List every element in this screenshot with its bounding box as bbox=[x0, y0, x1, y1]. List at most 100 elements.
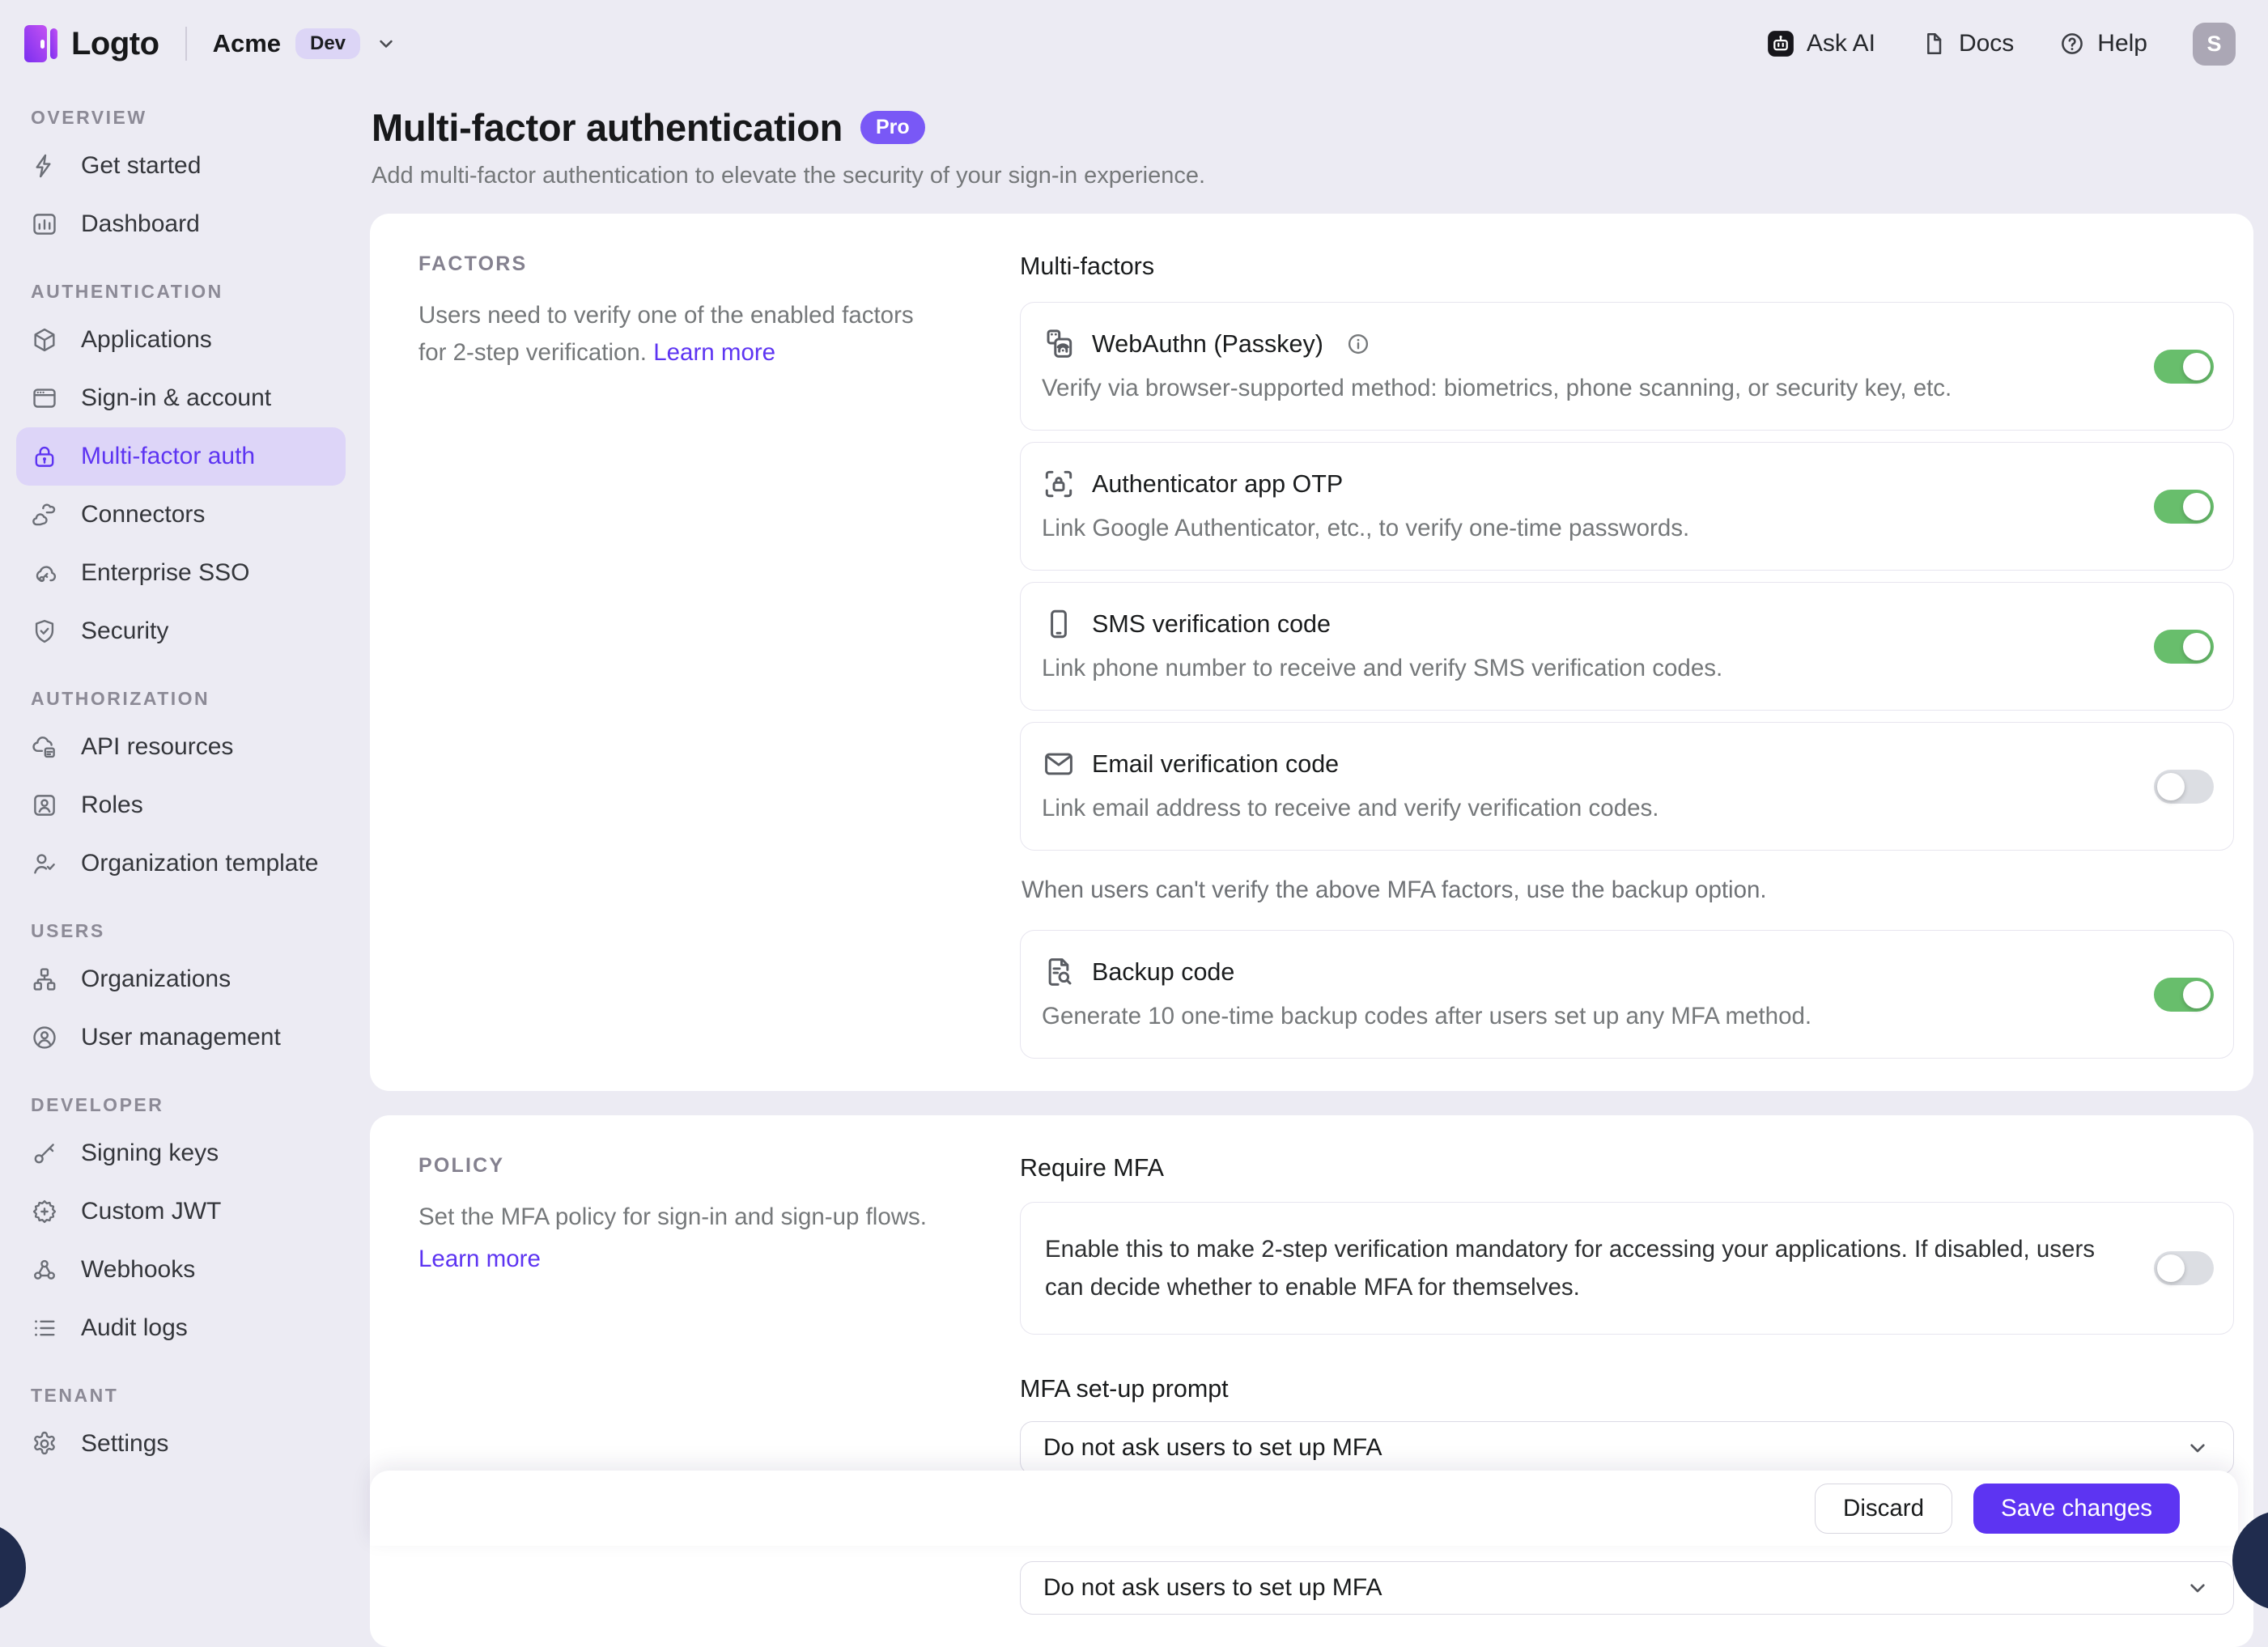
require-mfa-card: Enable this to make 2-step verification … bbox=[1020, 1202, 2234, 1335]
ask-ai-button[interactable]: Ask AI bbox=[1767, 30, 1875, 57]
discard-button[interactable]: Discard bbox=[1815, 1484, 1952, 1534]
sidebar-item-label: Get started bbox=[81, 152, 201, 180]
seal-plus-icon bbox=[31, 1198, 58, 1225]
sidebar-item-label: User management bbox=[81, 1024, 281, 1051]
person-check-icon bbox=[31, 850, 58, 877]
topbar-divider bbox=[185, 27, 187, 61]
toggle-sms-verification-code[interactable] bbox=[2154, 630, 2214, 664]
dashboard-icon bbox=[31, 210, 58, 238]
mfa-setup-prompt-select[interactable]: Do not ask users to set up MFA bbox=[1020, 1421, 2234, 1475]
policy-card: POLICY Set the MFA policy for sign-in an… bbox=[370, 1115, 2253, 1647]
info-icon[interactable] bbox=[1346, 332, 1370, 356]
factor-row-sms-verification-code: SMS verification code Link phone number t… bbox=[1020, 582, 2234, 711]
sidebar-item-enterprise-sso[interactable]: Enterprise SSO bbox=[16, 544, 346, 602]
multifactors-title: Multi-factors bbox=[1020, 253, 2234, 281]
sidebar-item-label: Audit logs bbox=[81, 1314, 188, 1342]
backup-row-holder: Backup codeGenerate 10 one-time backup c… bbox=[1020, 930, 2234, 1059]
factor-name: WebAuthn (Passkey) bbox=[1092, 330, 1323, 359]
factor-name: Email verification code bbox=[1092, 750, 1339, 779]
gear-icon bbox=[31, 1430, 58, 1458]
factor-row-webauthn-passkey: WebAuthn (Passkey) Verify via browser-sup… bbox=[1020, 302, 2234, 431]
mfa-org-prompt-select[interactable]: Do not ask users to set up MFA bbox=[1020, 1561, 2234, 1615]
factor-description: Link phone number to receive and verify … bbox=[1042, 655, 2128, 682]
sidebar-item-label: Applications bbox=[81, 326, 212, 354]
toggle-knob bbox=[2157, 773, 2185, 800]
sidebar-item-signing-keys[interactable]: Signing keys bbox=[16, 1124, 346, 1182]
save-changes-button[interactable]: Save changes bbox=[1973, 1484, 2180, 1534]
sidebar-item-roles[interactable]: Roles bbox=[16, 776, 346, 834]
tenant-switcher[interactable]: Acme Dev bbox=[213, 28, 397, 59]
sidebar-item-label: Webhooks bbox=[81, 1256, 195, 1284]
sidebar-section-header-authentication: AUTHENTICATION bbox=[31, 281, 346, 303]
sidebar-item-organizations[interactable]: Organizations bbox=[16, 950, 346, 1008]
require-mfa-toggle[interactable] bbox=[2154, 1251, 2214, 1285]
sidebar-item-connectors[interactable]: Connectors bbox=[16, 486, 346, 544]
factor-name: Authenticator app OTP bbox=[1092, 470, 1343, 499]
shield-check-icon bbox=[31, 618, 58, 645]
chevron-down-icon bbox=[2185, 1575, 2211, 1601]
factor-description: Verify via browser-supported method: bio… bbox=[1042, 375, 2128, 402]
sidebar-section-header-users: USERS bbox=[31, 920, 346, 942]
toggle-webauthn-passkey[interactable] bbox=[2154, 350, 2214, 384]
sidebar-item-label: Settings bbox=[81, 1430, 168, 1458]
policy-learn-more-link[interactable]: Learn more bbox=[418, 1241, 941, 1278]
help-button[interactable]: Help bbox=[2059, 30, 2147, 57]
policy-section-desc-text: Set the MFA policy for sign-in and sign-… bbox=[418, 1203, 927, 1230]
sidebar-item-audit-logs[interactable]: Audit logs bbox=[16, 1299, 346, 1357]
sidebar-item-organization-template[interactable]: Organization template bbox=[16, 834, 346, 893]
policy-section-desc: Set the MFA policy for sign-in and sign-… bbox=[418, 1199, 941, 1277]
factor-description: Link Google Authenticator, etc., to veri… bbox=[1042, 515, 2128, 542]
sidebar-item-sign-in-account[interactable]: Sign-in & account bbox=[16, 369, 346, 427]
factor-name: SMS verification code bbox=[1092, 610, 1331, 639]
sidebar-item-security[interactable]: Security bbox=[16, 602, 346, 660]
person-circle-icon bbox=[31, 1024, 58, 1051]
sidebar-item-multi-factor-auth[interactable]: Multi-factor auth bbox=[16, 427, 346, 486]
sidebar-item-custom-jwt[interactable]: Custom JWT bbox=[16, 1182, 346, 1241]
toggle-authenticator-app-otp[interactable] bbox=[2154, 490, 2214, 524]
otp-icon bbox=[1042, 467, 1076, 501]
factor-row-authenticator-app-otp: Authenticator app OTP Link Google Authent… bbox=[1020, 442, 2234, 571]
pro-badge: Pro bbox=[860, 111, 925, 144]
cloud-key-icon bbox=[31, 559, 58, 587]
require-mfa-label: Require MFA bbox=[1020, 1154, 2234, 1182]
factors-learn-more-link[interactable]: Learn more bbox=[653, 339, 775, 366]
toggle-backup-code[interactable] bbox=[2154, 978, 2214, 1012]
email-icon bbox=[1042, 747, 1076, 781]
list-icon bbox=[31, 1314, 58, 1342]
mfa-setup-prompt-label: MFA set-up prompt bbox=[1020, 1375, 2234, 1403]
sidebar-item-webhooks[interactable]: Webhooks bbox=[16, 1241, 346, 1299]
sidebar-item-applications[interactable]: Applications bbox=[16, 311, 346, 369]
sidebar-item-settings[interactable]: Settings bbox=[16, 1415, 346, 1473]
main-content: Multi-factor authentication Pro Add mult… bbox=[362, 87, 2268, 1546]
tenant-name: Acme bbox=[213, 29, 281, 58]
backup-note: When users can't verify the above MFA fa… bbox=[1021, 877, 2232, 904]
sidebar-item-get-started[interactable]: Get started bbox=[16, 137, 346, 195]
sidebar-item-dashboard[interactable]: Dashboard bbox=[16, 195, 346, 253]
sidebar-section-header-overview: OVERVIEW bbox=[31, 107, 346, 129]
mfa-org-prompt-value: Do not ask users to set up MFA bbox=[1043, 1574, 1382, 1602]
sidebar-item-label: Multi-factor auth bbox=[81, 443, 255, 470]
sidebar-item-label: Security bbox=[81, 618, 168, 645]
cube-icon bbox=[31, 326, 58, 354]
page-subtitle: Add multi-factor authentication to eleva… bbox=[372, 163, 2253, 189]
factor-list: WebAuthn (Passkey) Verify via browser-sup… bbox=[1020, 302, 2234, 851]
ask-ai-robot-icon bbox=[1767, 30, 1794, 57]
factors-section-desc: Users need to verify one of the enabled … bbox=[418, 297, 941, 371]
sms-icon bbox=[1042, 607, 1076, 641]
sidebar-item-user-management[interactable]: User management bbox=[16, 1008, 346, 1067]
docs-label: Docs bbox=[1959, 30, 2014, 57]
cloud-box-icon bbox=[31, 733, 58, 761]
avatar[interactable]: S bbox=[2193, 23, 2236, 66]
docs-button[interactable]: Docs bbox=[1921, 30, 2014, 57]
sidebar-item-api-resources[interactable]: API resources bbox=[16, 718, 346, 776]
passkey-icon bbox=[1042, 327, 1076, 361]
docs-file-icon bbox=[1921, 31, 1947, 57]
sidebar-item-label: API resources bbox=[81, 733, 233, 761]
toggle-email-verification-code[interactable] bbox=[2154, 770, 2214, 804]
sidebar: OVERVIEW Get started Dashboard AUTHENTICATI… bbox=[0, 87, 362, 1546]
page-title: Multi-factor authentication bbox=[372, 105, 843, 150]
unsaved-changes-bar: Discard Save changes bbox=[370, 1471, 2238, 1546]
help-question-icon bbox=[2059, 31, 2085, 57]
page-head: Multi-factor authentication Pro Add mult… bbox=[370, 105, 2253, 189]
sidebar-item-label: Sign-in & account bbox=[81, 384, 271, 412]
